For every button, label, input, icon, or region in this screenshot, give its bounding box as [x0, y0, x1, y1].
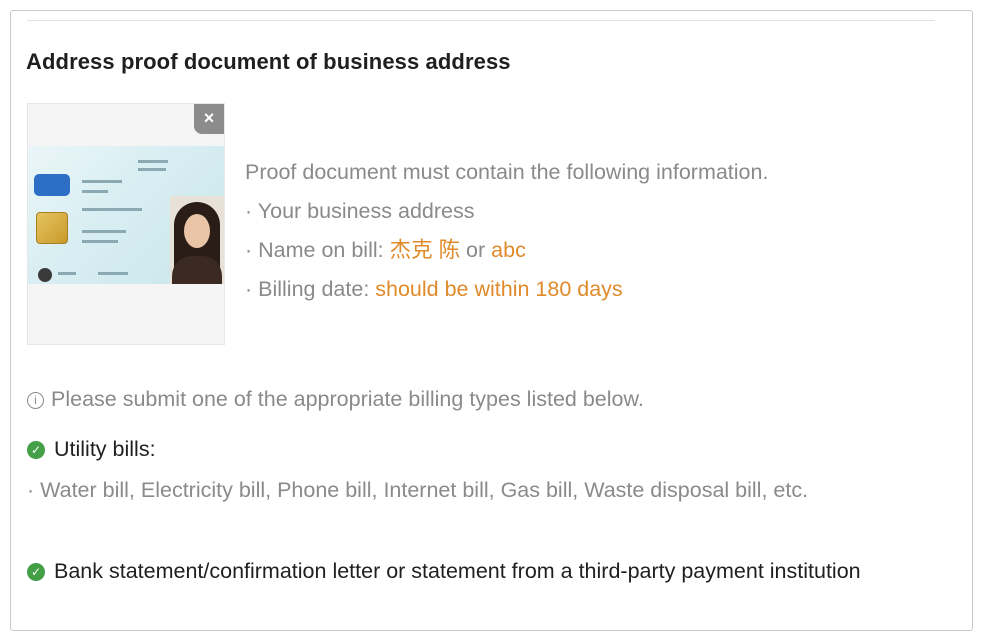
card-seal-shape — [38, 268, 52, 282]
card-text-line — [58, 272, 76, 275]
card-portrait — [170, 196, 224, 284]
requirements-intro: Proof document must contain the followin… — [245, 160, 769, 184]
address-proof-card: Address proof document of business addre… — [10, 10, 973, 631]
requirements-list: Proof document must contain the followin… — [245, 153, 768, 309]
top-divider — [27, 20, 935, 21]
billing-notice: i Please submit one of the appropriate bi… — [27, 387, 644, 412]
document-thumbnail[interactable]: × — [27, 103, 225, 345]
close-icon[interactable]: × — [194, 104, 224, 134]
info-icon: i — [27, 392, 44, 409]
card-chip-shape — [36, 212, 68, 244]
card-text-line — [138, 160, 168, 163]
check-circle-icon: ✓ — [27, 563, 45, 581]
requirement-billing-date: · Billing date: should be within 180 day… — [245, 277, 623, 301]
id-card-image — [28, 146, 224, 284]
name-value-chinese: 杰克 陈 — [389, 238, 461, 262]
requirement-name: · Name on bill: 杰克 陈 or abc — [245, 238, 526, 262]
card-text-line — [98, 272, 128, 275]
billing-date-value: should be within 180 days — [375, 277, 623, 301]
billing-notice-text: Please submit one of the appropriate bil… — [51, 387, 644, 411]
card-text-line — [82, 190, 108, 193]
name-value-latin: abc — [491, 238, 526, 262]
card-text-line — [82, 208, 142, 211]
requirement-address: · Your business address — [245, 199, 475, 223]
section-title: Address proof document of business addre… — [26, 49, 511, 74]
bank-statement-heading: ✓ Bank statement/confirmation letter or s… — [27, 555, 947, 588]
card-logo-shape — [34, 174, 70, 196]
check-circle-icon: ✓ — [27, 441, 45, 459]
card-text-line — [138, 168, 166, 171]
card-text-line — [82, 240, 118, 243]
utility-bills-list: · Water bill, Electricity bill, Phone bi… — [27, 478, 809, 502]
card-text-line — [82, 230, 126, 233]
utility-bills-heading: ✓ Utility bills: — [27, 437, 156, 462]
card-text-line — [82, 180, 122, 183]
